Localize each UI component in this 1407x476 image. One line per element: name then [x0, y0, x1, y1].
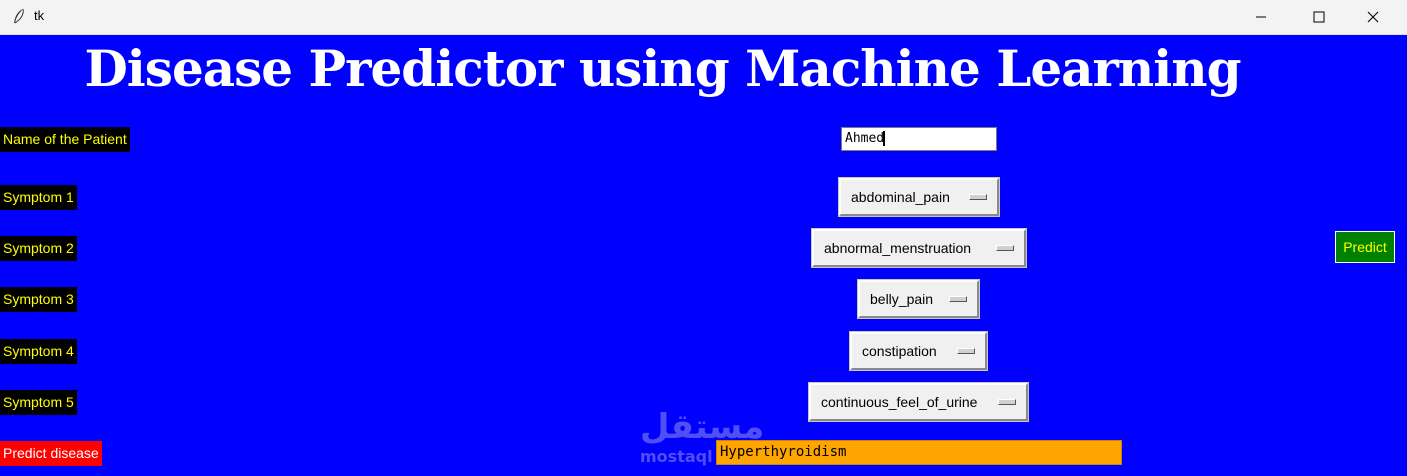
dropdown-indicator-icon	[996, 245, 1014, 251]
patient-name-value: Ahmed	[845, 131, 885, 146]
symptom1-label: Symptom 1	[0, 185, 77, 210]
symptom5-value: continuous_feel_of_urine	[821, 394, 978, 410]
title-bar: tk	[0, 0, 1407, 35]
minimize-button[interactable]	[1238, 0, 1284, 34]
maximize-button[interactable]	[1296, 0, 1342, 34]
page-title: Disease Predictor using Machine Learning	[84, 39, 1241, 98]
feather-icon	[14, 8, 24, 24]
text-cursor	[883, 131, 886, 146]
symptom3-dropdown[interactable]: belly_pain	[857, 279, 980, 319]
symptom2-value: abnormal_menstruation	[824, 240, 972, 256]
window-title: tk	[34, 8, 45, 23]
patient-name-input[interactable]: Ahmed	[841, 127, 997, 151]
symptom1-dropdown[interactable]: abdominal_pain	[838, 177, 1000, 217]
predict-disease-label: Predict disease	[0, 441, 102, 466]
symptom4-value: constipation	[862, 343, 937, 359]
predict-button[interactable]: Predict	[1335, 231, 1395, 263]
symptom3-value: belly_pain	[870, 291, 934, 307]
symptom5-label: Symptom 5	[0, 390, 77, 415]
dropdown-indicator-icon	[969, 194, 987, 200]
symptom1-value: abdominal_pain	[851, 189, 950, 205]
dropdown-indicator-icon	[998, 399, 1016, 405]
predicted-disease-output[interactable]: Hyperthyroidism	[716, 440, 1122, 465]
app-window: Disease Predictor using Machine Learning…	[0, 35, 1407, 476]
close-button[interactable]	[1350, 0, 1396, 34]
maximize-icon	[1313, 11, 1325, 23]
minimize-icon	[1256, 16, 1266, 18]
close-icon	[1367, 11, 1379, 23]
watermark-latin: mostaql	[640, 447, 713, 466]
symptom4-label: Symptom 4	[0, 339, 77, 364]
symptom2-label: Symptom 2	[0, 236, 77, 261]
symptom4-dropdown[interactable]: constipation	[849, 331, 988, 371]
dropdown-indicator-icon	[957, 348, 975, 354]
symptom2-dropdown[interactable]: abnormal_menstruation	[811, 228, 1027, 268]
patient-name-label: Name of the Patient	[0, 127, 130, 152]
symptom3-label: Symptom 3	[0, 287, 77, 312]
dropdown-indicator-icon	[949, 296, 967, 302]
symptom5-dropdown[interactable]: continuous_feel_of_urine	[808, 382, 1029, 422]
